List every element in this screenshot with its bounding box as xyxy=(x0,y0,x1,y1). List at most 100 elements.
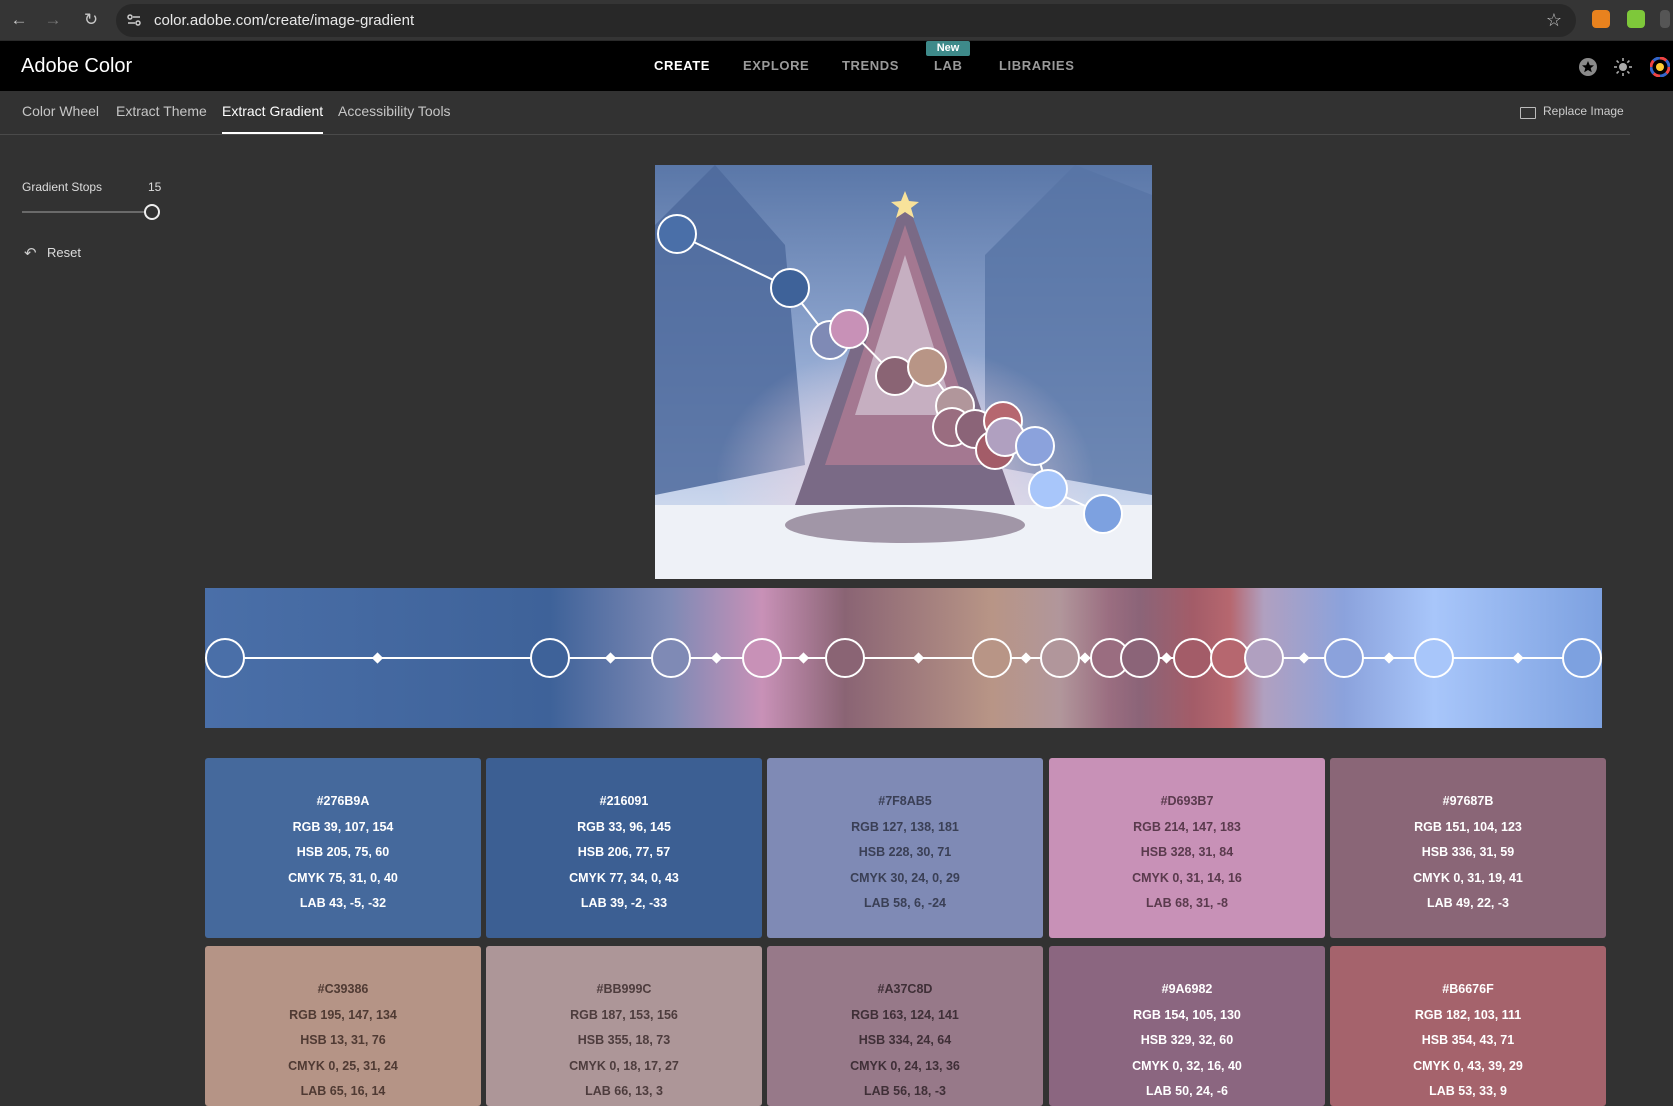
color-swatch[interactable]: #B6676F RGB 182, 103, 111 HSB 354, 43, 71 C… xyxy=(1330,946,1606,1106)
swatch-hsb-value: HSB 206, 77, 57 xyxy=(577,845,671,859)
color-swatch[interactable]: #216091 RGB 33, 96, 145 HSB 206, 77, 57 CMY… xyxy=(486,758,762,938)
swatch-rgb-value: RGB 163, 124, 141 xyxy=(851,1007,959,1022)
swatch-hsb-value: HSB 336, 31, 59 xyxy=(1421,845,1515,859)
gradient-stop-handle[interactable] xyxy=(1414,638,1454,678)
gradient-stop-handle[interactable] xyxy=(1244,638,1284,678)
gradient-strip[interactable] xyxy=(205,588,1602,728)
swatch-cmyk-value: CMYK 75, 31, 0, 40 xyxy=(288,870,398,885)
tab-extract-gradient[interactable]: Extract Gradient xyxy=(222,91,324,134)
gradient-stops-label: Gradient Stops xyxy=(22,180,103,194)
swatch-hsb-value: HSB 329, 32, 60 xyxy=(1140,1033,1234,1047)
swatch-hsb-value: HSB 354, 43, 71 xyxy=(1421,1033,1515,1047)
color-swatch[interactable]: #276B9A RGB 39, 107, 154 HSB 205, 75, 60 CM… xyxy=(205,758,481,938)
gradient-stop-handle[interactable] xyxy=(972,638,1012,678)
swatch-hex-value: #9A6982 xyxy=(1161,982,1213,996)
gradient-stop-handle[interactable] xyxy=(1324,638,1364,678)
swatch-hex-value: #7F8AB5 xyxy=(878,794,932,808)
sample-point[interactable] xyxy=(1028,469,1068,509)
tab-extract-theme[interactable]: Extract Theme xyxy=(116,91,207,131)
sample-point[interactable] xyxy=(770,268,810,308)
swatch-rgb-value: RGB 214, 147, 183 xyxy=(1133,819,1241,834)
color-swatch[interactable]: #7F8AB5 RGB 127, 138, 181 HSB 228, 30, 71 C… xyxy=(767,758,1043,938)
swatch-hex-value: #A37C8D xyxy=(877,982,933,996)
gradient-stop-handle[interactable] xyxy=(1173,638,1213,678)
source-image[interactable] xyxy=(655,165,1152,579)
swatch-rgb-value: RGB 151, 104, 123 xyxy=(1414,819,1522,834)
extension-green-icon[interactable] xyxy=(1627,10,1645,28)
tab-accessibility-tools[interactable]: Accessibility Tools xyxy=(338,91,451,131)
nav-trends[interactable]: TRENDS xyxy=(842,41,899,91)
gradient-stop-handle[interactable] xyxy=(651,638,691,678)
gradient-stops-slider[interactable] xyxy=(22,211,150,213)
reset-button[interactable]: Reset xyxy=(47,245,81,260)
swatch-rgb-value: RGB 127, 138, 181 xyxy=(851,819,959,834)
replace-image-button[interactable]: Replace Image xyxy=(1543,104,1624,118)
back-icon[interactable]: ← xyxy=(8,9,30,31)
color-swatch[interactable]: #D693B7 RGB 214, 147, 183 HSB 328, 31, 84 C… xyxy=(1049,758,1325,938)
tab-color-wheel[interactable]: Color Wheel xyxy=(22,91,99,131)
swatch-cmyk-value: CMYK 0, 32, 16, 40 xyxy=(1132,1058,1242,1073)
color-swatch[interactable]: #97687B RGB 151, 104, 123 HSB 336, 31, 59 C… xyxy=(1330,758,1606,938)
site-info-icon[interactable] xyxy=(126,12,142,28)
gradient-preview[interactable] xyxy=(205,588,1602,728)
color-swatch[interactable]: #A37C8D RGB 163, 124, 141 HSB 334, 24, 64 C… xyxy=(767,946,1043,1106)
badge-icon[interactable] xyxy=(1578,57,1598,77)
sub-tabs: Color Wheel Extract Theme Extract Gradie… xyxy=(0,91,1630,135)
browser-toolbar: ← → ↻ color.adobe.com/create/image-gradi… xyxy=(0,0,1673,41)
new-badge: New xyxy=(926,41,970,56)
address-bar[interactable]: color.adobe.com/create/image-gradient ☆ xyxy=(116,4,1576,37)
color-swatch[interactable]: #BB999C RGB 187, 153, 156 HSB 355, 18, 73 C… xyxy=(486,946,762,1106)
url-text: color.adobe.com/create/image-gradient xyxy=(154,12,415,29)
sample-point[interactable] xyxy=(1083,494,1123,534)
swatch-rgb-value: RGB 33, 96, 145 xyxy=(577,819,671,834)
swatch-hsb-value: HSB 228, 30, 71 xyxy=(858,845,952,859)
app-title[interactable]: Adobe Color xyxy=(21,41,132,91)
gradient-stop-handle[interactable] xyxy=(825,638,865,678)
bookmark-star-icon[interactable]: ☆ xyxy=(1546,4,1562,37)
nav-libraries[interactable]: LIBRARIES xyxy=(999,41,1074,91)
swatch-lab-value: LAB 49, 22, -3 xyxy=(1427,896,1509,910)
swatch-hsb-value: HSB 355, 18, 73 xyxy=(577,1033,671,1047)
swatch-rgb-value: RGB 195, 147, 134 xyxy=(289,1007,397,1022)
reset-icon[interactable]: ↶ xyxy=(24,244,37,262)
swatch-rgb-value: RGB 182, 103, 111 xyxy=(1414,1007,1522,1022)
swatch-cmyk-value: CMYK 0, 31, 14, 16 xyxy=(1132,870,1242,885)
sample-point[interactable] xyxy=(907,347,947,387)
color-swatch[interactable]: #C39386 RGB 195, 147, 134 HSB 13, 31, 76 CM… xyxy=(205,946,481,1106)
swatch-rgb-value: RGB 154, 105, 130 xyxy=(1133,1007,1241,1022)
swatch-hex-value: #276B9A xyxy=(316,794,370,808)
gradient-stop-handle[interactable] xyxy=(742,638,782,678)
extension-orange-icon[interactable] xyxy=(1592,10,1610,28)
gradient-stop-handle[interactable] xyxy=(1210,638,1250,678)
color-swatch[interactable]: #9A6982 RGB 154, 105, 130 HSB 329, 32, 60 C… xyxy=(1049,946,1325,1106)
gradient-stop-handle[interactable] xyxy=(530,638,570,678)
swatch-cmyk-value: CMYK 30, 24, 0, 29 xyxy=(850,870,960,885)
swatch-hsb-value: HSB 328, 31, 84 xyxy=(1140,845,1234,859)
sample-point[interactable] xyxy=(829,309,869,349)
slider-thumb[interactable] xyxy=(144,204,160,220)
swatch-cmyk-value: CMYK 77, 34, 0, 43 xyxy=(569,870,679,885)
extension-overflow-icon[interactable] xyxy=(1660,10,1670,28)
swatch-lab-value: LAB 39, -2, -33 xyxy=(580,896,668,910)
swatch-hex-value: #216091 xyxy=(599,794,649,808)
nav-create[interactable]: CREATE xyxy=(654,41,710,91)
gradient-stop-handle[interactable] xyxy=(1040,638,1080,678)
swatch-hex-value: #BB999C xyxy=(596,982,652,996)
sample-points[interactable] xyxy=(655,165,1152,579)
gradient-stop-handle[interactable] xyxy=(1120,638,1160,678)
reload-icon[interactable]: ↻ xyxy=(80,9,102,31)
gradient-stops-value: 15 xyxy=(148,180,162,194)
gradient-stop-handle[interactable] xyxy=(1562,638,1602,678)
theme-sun-icon[interactable] xyxy=(1613,57,1633,77)
swatch-cmyk-value: CMYK 0, 18, 17, 27 xyxy=(569,1058,679,1073)
swatch-lab-value: LAB 58, 6, -24 xyxy=(864,896,946,910)
gradient-stop-handle[interactable] xyxy=(205,638,245,678)
color-wheel-icon[interactable] xyxy=(1650,57,1670,77)
swatch-cmyk-value: CMYK 0, 31, 19, 41 xyxy=(1413,870,1523,885)
sample-point[interactable] xyxy=(1015,426,1055,466)
swatch-cmyk-value: CMYK 0, 43, 39, 29 xyxy=(1413,1058,1523,1073)
forward-icon[interactable]: → xyxy=(42,9,64,31)
nav-explore[interactable]: EXPLORE xyxy=(743,41,809,91)
swatch-hex-value: #B6676F xyxy=(1442,982,1494,996)
sample-point[interactable] xyxy=(657,214,697,254)
